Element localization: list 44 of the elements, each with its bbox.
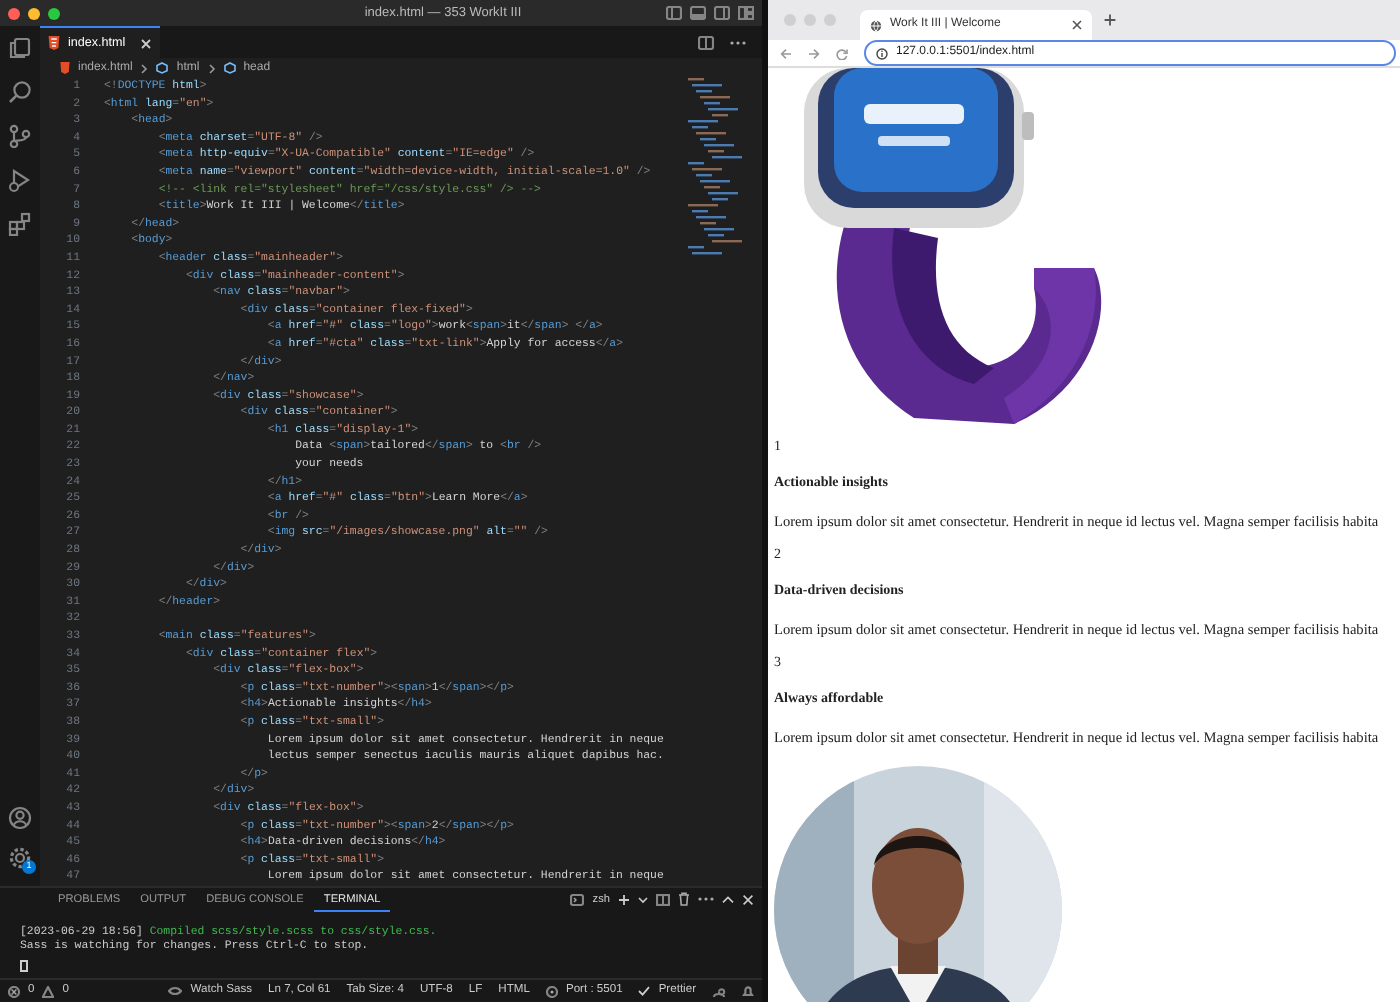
broadcast-icon — [545, 985, 558, 997]
secondary-sidebar-icon[interactable] — [714, 6, 730, 20]
close-window-button[interactable] — [8, 7, 20, 19]
chevron-down-icon[interactable] — [638, 895, 648, 904]
more-icon[interactable] — [698, 896, 714, 903]
extensions-icon[interactable] — [8, 212, 32, 236]
terminal-cursor — [20, 960, 28, 972]
account-icon[interactable] — [8, 806, 32, 830]
warning-icon[interactable] — [42, 985, 55, 997]
source-control-icon[interactable] — [8, 124, 32, 148]
info-icon — [876, 47, 888, 59]
maximize-window-button[interactable] — [48, 7, 60, 19]
chevron-up-icon[interactable] — [722, 895, 734, 904]
panel-toggle-icon[interactable] — [690, 6, 706, 20]
back-icon[interactable] — [780, 47, 792, 59]
forward-icon[interactable] — [808, 47, 820, 59]
split-editor-icon[interactable] — [698, 35, 714, 49]
run-debug-icon[interactable] — [8, 168, 32, 192]
more-icon[interactable] — [730, 39, 746, 45]
explorer-icon[interactable] — [8, 36, 32, 60]
html-file-icon — [60, 62, 70, 74]
new-tab-icon[interactable] — [1104, 13, 1116, 26]
search-icon[interactable] — [8, 80, 32, 104]
terminal-icon[interactable] — [570, 893, 585, 906]
check-icon — [638, 986, 651, 996]
chevron-right-icon — [140, 63, 149, 73]
element-icon — [156, 62, 169, 74]
split-terminal-icon[interactable] — [656, 893, 670, 906]
minimize-window-button[interactable] — [28, 7, 40, 19]
sidebar-toggle-icon[interactable] — [666, 6, 682, 20]
notifications-icon[interactable] — [742, 985, 754, 997]
reload-icon[interactable] — [836, 47, 848, 59]
close-icon[interactable] — [1072, 20, 1082, 30]
trash-icon[interactable] — [678, 892, 690, 907]
element-icon — [223, 62, 236, 74]
chevron-right-icon — [207, 63, 216, 73]
accounts-icon[interactable] — [712, 985, 726, 997]
eye-icon — [168, 986, 183, 996]
html-file-icon — [48, 36, 60, 50]
layout-icon[interactable] — [738, 6, 754, 20]
settings-icon[interactable] — [8, 846, 32, 870]
error-icon[interactable] — [8, 985, 20, 997]
plus-icon[interactable] — [618, 893, 630, 906]
globe-icon — [870, 19, 882, 31]
